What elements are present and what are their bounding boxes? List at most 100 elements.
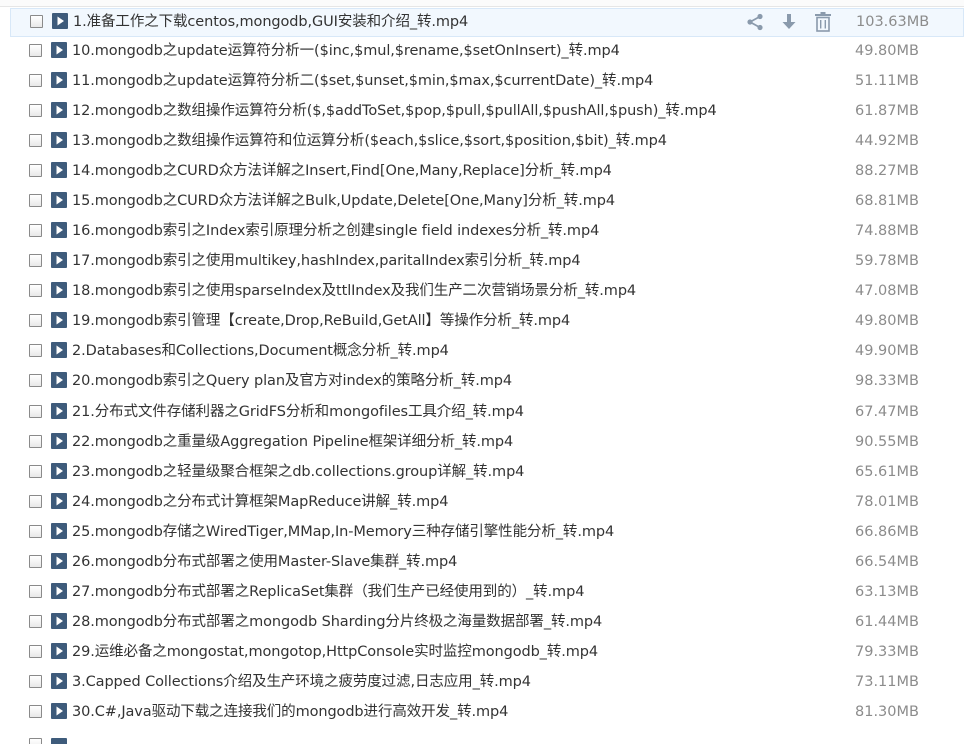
file-name-link[interactable]: 18.mongodb索引之使用sparseIndex及ttlIndex及我们生产…	[72, 282, 636, 300]
file-row[interactable]: 27.mongodb分布式部署之ReplicaSet集群（我们生产已经使用到的）…	[10, 579, 964, 608]
file-size: 73.11MB	[855, 673, 919, 690]
row-checkbox[interactable]	[29, 164, 42, 178]
file-name-link[interactable]: 25.mongodb存储之WiredTiger,MMap,In-Memory三种…	[72, 523, 614, 541]
row-checkbox[interactable]	[29, 704, 42, 718]
file-name-link[interactable]: 28.mongodb分布式部署之mongodb Sharding分片终极之海量数…	[72, 613, 602, 631]
row-checkbox[interactable]	[29, 584, 42, 598]
file-size: 65.61MB	[855, 463, 919, 480]
file-row[interactable]: 13.mongodb之数组操作运算符和位运算分析($each,$slice,$s…	[10, 128, 964, 157]
file-row[interactable]: 25.mongodb存储之WiredTiger,MMap,In-Memory三种…	[10, 519, 964, 548]
file-row[interactable]: 29.运维必备之mongostat,mongotop,HttpConsole实时…	[10, 639, 964, 668]
file-row[interactable]: 16.mongodb索引之Index索引原理分析之创建single field …	[10, 218, 964, 247]
video-file-icon	[51, 612, 67, 629]
row-checkbox[interactable]	[29, 494, 42, 508]
file-row[interactable]: 26.mongodb分布式部署之使用Master-Slave集群_转.mp4 66…	[10, 549, 964, 578]
file-name-link[interactable]: 24.mongodb之分布式计算框架MapReduce讲解_转.mp4	[72, 493, 448, 511]
file-row[interactable]: 24.mongodb之分布式计算框架MapReduce讲解_转.mp4 78.01…	[10, 489, 964, 518]
file-name-link[interactable]: 3.Capped Collections介绍及生产环境之疲劳度过滤,日志应用_转…	[72, 673, 531, 691]
file-row[interactable]: 17.mongodb索引之使用multikey,hashIndex,parita…	[10, 248, 964, 277]
video-file-icon	[51, 42, 67, 59]
file-row[interactable]: 18.mongodb索引之使用sparseIndex及ttlIndex及我们生产…	[10, 278, 964, 307]
file-row[interactable]: 23.mongodb之轻量级聚合框架之db.collections.group详…	[10, 459, 964, 488]
row-checkbox[interactable]	[29, 374, 42, 388]
row-checkbox[interactable]	[29, 738, 42, 744]
file-name-link[interactable]: 15.mongodb之CURD众方法详解之Bulk,Update,Delete[…	[72, 192, 615, 210]
file-name-link[interactable]: 14.mongodb之CURD众方法详解之Insert,Find[One,Man…	[72, 162, 612, 180]
row-checkbox[interactable]	[29, 644, 42, 658]
video-file-icon	[51, 492, 67, 509]
row-checkbox[interactable]	[29, 434, 42, 448]
file-name-link[interactable]: 27.mongodb分布式部署之ReplicaSet集群（我们生产已经使用到的）…	[72, 583, 584, 601]
list-top-edge	[0, 0, 964, 7]
row-checkbox[interactable]	[29, 464, 42, 478]
video-file-icon	[51, 432, 67, 449]
row-checkbox[interactable]	[29, 554, 42, 568]
file-row[interactable]: 1.准备工作之下载centos,mongodb,GUI安装和介绍_转.mp4 10…	[10, 8, 964, 37]
file-size: 68.81MB	[855, 193, 919, 210]
file-size: 51.11MB	[855, 73, 919, 90]
file-row[interactable]: 21.分布式文件存储利器之GridFS分析和mongofiles工具介绍_转.m…	[10, 399, 964, 428]
row-checkbox[interactable]	[29, 104, 42, 118]
row-checkbox[interactable]	[29, 344, 42, 358]
row-checkbox[interactable]	[29, 614, 42, 628]
video-file-icon	[51, 312, 67, 329]
file-name-link[interactable]: 20.mongodb索引之Query plan及官方对index的策略分析_转.…	[72, 372, 512, 390]
row-checkbox[interactable]	[29, 254, 42, 268]
video-file-icon	[51, 642, 67, 659]
file-name-link[interactable]: 17.mongodb索引之使用multikey,hashIndex,parita…	[72, 252, 581, 270]
file-row[interactable]: 3.Capped Collections介绍及生产环境之疲劳度过滤,日志应用_转…	[10, 669, 964, 698]
video-file-icon	[52, 13, 68, 29]
file-name-link[interactable]: 1.准备工作之下载centos,mongodb,GUI安装和介绍_转.mp4	[73, 13, 468, 31]
file-row[interactable]: 11.mongodb之update运算符分析二($set,$unset,$min…	[10, 68, 964, 97]
video-file-icon	[51, 282, 67, 299]
file-row[interactable]: 19.mongodb索引管理【create,Drop,ReBuild,GetAl…	[10, 308, 964, 337]
file-row[interactable]: 15.mongodb之CURD众方法详解之Bulk,Update,Delete[…	[10, 188, 964, 217]
file-name-link[interactable]: 19.mongodb索引管理【create,Drop,ReBuild,GetAl…	[72, 312, 570, 330]
file-size: 49.80MB	[855, 43, 919, 60]
file-row[interactable]: 22.mongodb之重量级Aggregation Pipeline框架详细分析…	[10, 429, 964, 458]
row-checkbox[interactable]	[29, 194, 42, 208]
row-checkbox[interactable]	[29, 404, 42, 418]
file-row[interactable]: 2.Databases和Collections,Document概念分析_转.m…	[10, 338, 964, 367]
row-checkbox[interactable]	[29, 314, 42, 328]
file-name-link[interactable]: 2.Databases和Collections,Document概念分析_转.m…	[72, 342, 449, 360]
file-size: 49.90MB	[855, 343, 919, 360]
file-size: 59.78MB	[855, 253, 919, 270]
file-size: 47.08MB	[855, 283, 919, 300]
video-file-icon	[51, 552, 67, 569]
file-name-link[interactable]: 21.分布式文件存储利器之GridFS分析和mongofiles工具介绍_转.m…	[72, 403, 524, 421]
file-row[interactable]: 14.mongodb之CURD众方法详解之Insert,Find[One,Man…	[10, 158, 964, 187]
video-file-icon	[51, 162, 67, 179]
row-checkbox[interactable]	[29, 224, 42, 238]
video-file-icon	[51, 582, 67, 599]
file-name-link[interactable]: 30.C#,Java驱动下载之连接我们的mongodb进行高效开发_转.mp4	[72, 703, 508, 721]
video-file-icon	[51, 252, 67, 269]
file-name-link[interactable]: 16.mongodb索引之Index索引原理分析之创建single field …	[72, 222, 599, 240]
row-checkbox[interactable]	[30, 15, 43, 28]
file-name-link[interactable]: 22.mongodb之重量级Aggregation Pipeline框架详细分析…	[72, 433, 513, 451]
file-size: 63.13MB	[855, 583, 919, 600]
row-checkbox[interactable]	[29, 134, 42, 148]
file-name-link[interactable]: 11.mongodb之update运算符分析二($set,$unset,$min…	[72, 72, 653, 90]
file-name-link[interactable]: 29.运维必备之mongostat,mongotop,HttpConsole实时…	[72, 643, 598, 661]
file-row[interactable]: 28.mongodb分布式部署之mongodb Sharding分片终极之海量数…	[10, 609, 964, 638]
download-icon[interactable]	[777, 12, 801, 32]
file-name-link[interactable]: 12.mongodb之数组操作运算符分析($,$addToSet,$pop,$p…	[72, 102, 717, 120]
row-checkbox[interactable]	[29, 674, 42, 688]
file-name-link[interactable]: 26.mongodb分布式部署之使用Master-Slave集群_转.mp4	[72, 553, 457, 571]
file-name-link[interactable]: 10.mongodb之update运算符分析一($inc,$mul,$renam…	[72, 42, 620, 60]
row-checkbox[interactable]	[29, 74, 42, 88]
row-checkbox[interactable]	[29, 284, 42, 298]
video-file-icon	[51, 672, 67, 689]
file-row[interactable]: 30.C#,Java驱动下载之连接我们的mongodb进行高效开发_转.mp4 8…	[10, 699, 964, 728]
file-name-link[interactable]: 23.mongodb之轻量级聚合框架之db.collections.group详…	[72, 463, 524, 481]
file-size: 61.87MB	[855, 103, 919, 120]
trash-icon[interactable]	[811, 12, 835, 32]
row-checkbox[interactable]	[29, 524, 42, 538]
row-checkbox[interactable]	[29, 44, 42, 58]
file-row[interactable]: 10.mongodb之update运算符分析一($inc,$mul,$renam…	[10, 38, 964, 67]
file-row[interactable]: 20.mongodb索引之Query plan及官方对index的策略分析_转.…	[10, 368, 964, 397]
file-name-link[interactable]: 13.mongodb之数组操作运算符和位运算分析($each,$slice,$s…	[72, 132, 667, 150]
share-icon[interactable]	[743, 12, 767, 32]
file-row[interactable]: 12.mongodb之数组操作运算符分析($,$addToSet,$pop,$p…	[10, 98, 964, 127]
